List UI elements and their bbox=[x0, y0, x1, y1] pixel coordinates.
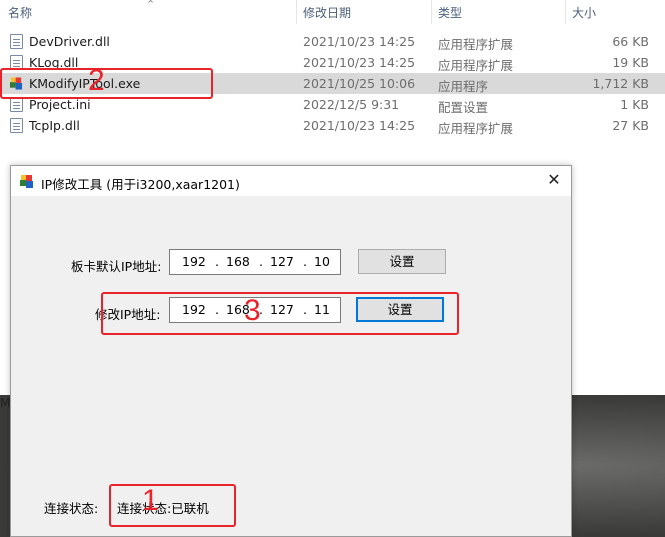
status-label: 连接状态: bbox=[44, 501, 99, 516]
file-type: 应用程序 bbox=[438, 79, 489, 94]
close-icon[interactable]: ✕ bbox=[537, 166, 571, 194]
ip-modify-dialog: IP修改工具 (用于i3200,xaar1201) ✕ 板卡默认IP地址: 19… bbox=[10, 165, 572, 537]
column-size-header[interactable]: 大小 bbox=[572, 4, 596, 21]
file-modified: 2021/10/23 14:25 bbox=[303, 118, 416, 133]
default-ip-label: 板卡默认IP地址: bbox=[71, 259, 162, 274]
file-type: 配置设置 bbox=[438, 100, 489, 115]
ip-octet[interactable]: 192 bbox=[182, 254, 206, 269]
ip-octet[interactable]: 168 bbox=[226, 254, 250, 269]
file-name: TcpIp.dll bbox=[29, 118, 80, 133]
column-divider[interactable] bbox=[431, 0, 432, 24]
annotation-box-1 bbox=[109, 484, 236, 527]
column-divider[interactable] bbox=[565, 0, 566, 24]
default-ip-input[interactable]: 192 . 168 . 127 . 10 bbox=[169, 249, 341, 275]
app-icon bbox=[20, 175, 33, 188]
annotation-number-1: 1 bbox=[142, 484, 159, 517]
file-modified: 2021/10/23 14:25 bbox=[303, 34, 416, 49]
column-header: 名称 ⌃ 修改日期 类型 大小 bbox=[0, 0, 665, 24]
file-modified: 2021/10/23 14:25 bbox=[303, 55, 416, 70]
ini-file-icon bbox=[10, 97, 23, 112]
file-name: Project.ini bbox=[29, 97, 91, 112]
file-modified: 2022/12/5 9:31 bbox=[303, 97, 400, 112]
file-row[interactable]: TcpIp.dll 2021/10/23 14:25 应用程序扩展 27 KB bbox=[0, 115, 665, 136]
ip-separator: . bbox=[303, 254, 307, 269]
column-modified-header[interactable]: 修改日期 bbox=[303, 4, 351, 21]
file-row[interactable]: DevDriver.dll 2021/10/23 14:25 应用程序扩展 66… bbox=[0, 31, 665, 52]
file-size: 1 KB bbox=[620, 97, 649, 112]
ip-separator: . bbox=[259, 254, 263, 269]
annotation-number-2: 2 bbox=[88, 64, 105, 97]
file-size: 27 KB bbox=[612, 118, 649, 133]
column-type-header[interactable]: 类型 bbox=[438, 4, 462, 21]
sort-chevron-icon: ⌃ bbox=[146, 0, 156, 11]
annotation-number-3: 3 bbox=[244, 294, 261, 327]
file-size: 1,712 KB bbox=[592, 76, 649, 91]
set-default-ip-button[interactable]: 设置 bbox=[358, 249, 446, 274]
ip-octet[interactable]: 10 bbox=[314, 254, 330, 269]
dialog-titlebar[interactable]: IP修改工具 (用于i3200,xaar1201) ✕ bbox=[11, 166, 571, 196]
file-modified: 2021/10/25 10:06 bbox=[303, 76, 416, 91]
ip-octet[interactable]: 127 bbox=[270, 254, 294, 269]
column-divider[interactable] bbox=[296, 0, 297, 24]
dialog-title: IP修改工具 (用于i3200,xaar1201) bbox=[41, 177, 240, 192]
column-name-header[interactable]: 名称 bbox=[8, 4, 32, 21]
annotation-box-3 bbox=[101, 292, 459, 335]
file-type: 应用程序扩展 bbox=[438, 37, 514, 52]
dll-file-icon bbox=[10, 34, 23, 49]
annotation-box-2 bbox=[0, 68, 213, 99]
file-type: 应用程序扩展 bbox=[438, 121, 514, 136]
file-size: 19 KB bbox=[612, 55, 649, 70]
dll-file-icon bbox=[10, 118, 23, 133]
background-label: M bbox=[0, 396, 11, 410]
ip-separator: . bbox=[215, 254, 219, 269]
file-size: 66 KB bbox=[612, 34, 649, 49]
file-type: 应用程序扩展 bbox=[438, 58, 514, 73]
file-name: DevDriver.dll bbox=[29, 34, 110, 49]
